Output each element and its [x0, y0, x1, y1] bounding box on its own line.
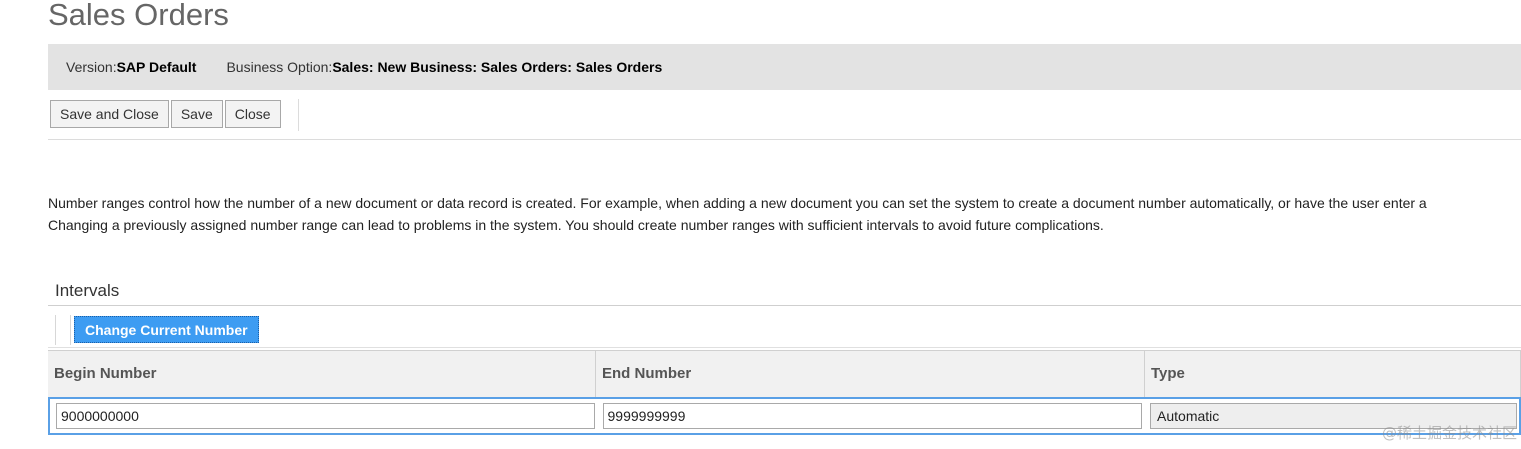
version-label: Version:	[66, 59, 117, 75]
version-value: SAP Default	[116, 59, 197, 75]
begin-number-cell	[50, 403, 597, 429]
toolbar: Save and Close Save Close	[48, 99, 1521, 140]
intervals-title: Intervals	[55, 281, 120, 300]
save-button[interactable]: Save	[170, 100, 223, 128]
toolbar-separator	[298, 99, 299, 131]
business-option-info: Business Option:Sales: New Business: Sal…	[226, 59, 662, 75]
column-header-end-number[interactable]: End Number	[596, 351, 1145, 397]
description-line-2: Changing a previously assigned number ra…	[48, 217, 1104, 233]
table-row[interactable]: Automatic	[48, 397, 1521, 435]
description-line-1: Number ranges control how the number of …	[48, 195, 1427, 211]
toolbar-gutter	[55, 315, 71, 345]
version-info: Version:SAP Default	[66, 59, 196, 75]
close-button[interactable]: Close	[224, 100, 281, 128]
intervals-toolbar: Change Current Number	[48, 313, 1521, 348]
business-option-label: Business Option:	[226, 59, 333, 75]
begin-number-input[interactable]	[56, 403, 595, 429]
end-number-cell	[597, 403, 1145, 429]
save-and-close-button[interactable]: Save and Close	[50, 100, 169, 128]
info-bar: Version:SAP Default Business Option:Sale…	[48, 44, 1521, 90]
end-number-input[interactable]	[602, 403, 1143, 429]
description-text: Number ranges control how the number of …	[48, 192, 1521, 236]
business-option-value: Sales: New Business: Sales Orders: Sales…	[332, 59, 663, 75]
section-divider	[48, 305, 1521, 306]
grid-header: Begin Number End Number Type	[48, 350, 1521, 397]
watermark: @稀土掘金技术社区	[1381, 424, 1517, 442]
change-current-number-button[interactable]: Change Current Number	[74, 316, 259, 343]
column-header-type[interactable]: Type	[1145, 351, 1521, 397]
page-title: Sales Orders	[48, 0, 229, 32]
column-header-begin-number[interactable]: Begin Number	[48, 351, 596, 397]
intervals-grid: Begin Number End Number Type Automatic	[48, 350, 1521, 435]
